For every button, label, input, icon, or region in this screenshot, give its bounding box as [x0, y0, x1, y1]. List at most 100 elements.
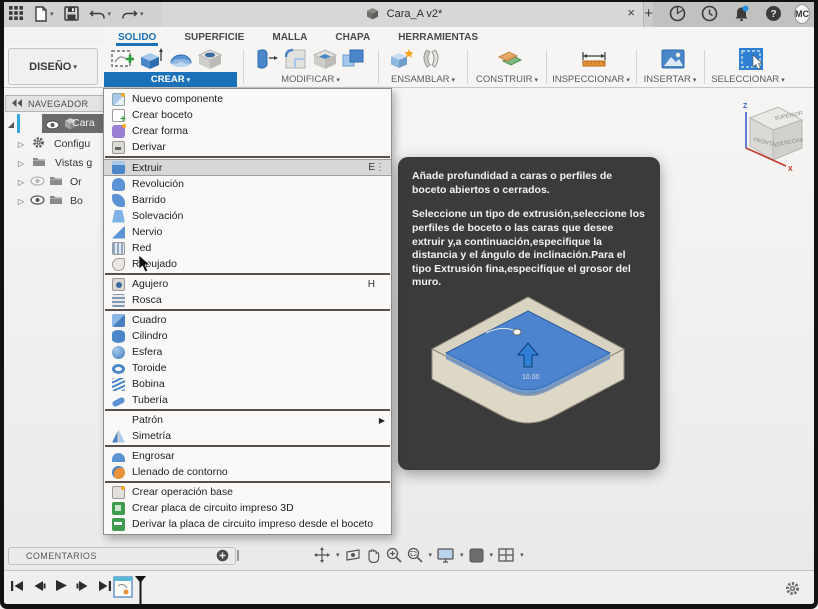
menu-item-cilindro[interactable]: Cilindro — [104, 328, 391, 344]
insert-image-icon[interactable] — [660, 47, 686, 71]
collapsed-triangle-icon[interactable]: ▷ — [16, 197, 26, 206]
step-back-button[interactable] — [33, 580, 46, 592]
tree-item-origin[interactable]: ▷ Or — [16, 173, 82, 191]
navigator-header[interactable]: NAVEGADOR — [5, 95, 104, 112]
design-canvas[interactable]: NAVEGADOR ◢ Cara ▷ Configu ▷ Vistas g ▷ … — [0, 88, 818, 570]
assemble-menu-button[interactable]: ENSAMBLAR — [383, 72, 463, 87]
menu-item-agujero[interactable]: Agujero H — [104, 276, 391, 292]
menu-item-derivar-la-placa-de-circuito-impreso-desde-el-boceto[interactable]: Derivar la placa de circuito impreso des… — [104, 516, 391, 532]
hole-icon[interactable] — [197, 47, 223, 71]
extensions-icon[interactable] — [666, 3, 689, 25]
eye-off-icon[interactable] — [30, 175, 45, 189]
menu-item-revolucion[interactable]: Revolución — [104, 176, 391, 192]
select-icon[interactable] — [737, 46, 765, 72]
undo-button[interactable] — [86, 3, 115, 25]
collapsed-triangle-icon[interactable]: ▷ — [16, 159, 26, 168]
ribbon-tab-superficie[interactable]: SUPERFICIE — [170, 29, 258, 45]
notifications-icon[interactable] — [730, 3, 753, 25]
ribbon-tab-malla[interactable]: MALLA — [258, 29, 321, 45]
viewports-icon[interactable] — [498, 548, 514, 562]
timeline-settings-gear-icon[interactable] — [785, 581, 800, 601]
construct-menu-button[interactable]: CONSTRUIR — [472, 72, 542, 87]
user-avatar[interactable]: MC — [794, 3, 810, 24]
menu-item-patron[interactable]: Patrón ▶ — [104, 412, 391, 428]
menu-item-nuevo-componente[interactable]: Nuevo componente — [104, 91, 391, 107]
menu-item-crear-boceto[interactable]: Crear boceto — [104, 107, 391, 125]
ribbon-tab-chapa[interactable]: CHAPA — [321, 29, 384, 45]
inspect-menu-button[interactable]: INSPECCIONAR — [551, 72, 631, 87]
create-sketch-icon[interactable] — [110, 47, 136, 71]
caret-icon[interactable]: ▾ — [336, 551, 340, 559]
press-pull-icon[interactable] — [254, 47, 280, 71]
menu-item-crear-placa-de-circuito-impreso-3d[interactable]: Crear placa de circuito impreso 3D — [104, 500, 391, 516]
joint-icon[interactable] — [418, 47, 444, 71]
play-button[interactable] — [55, 579, 67, 592]
zoom-icon[interactable] — [386, 547, 402, 563]
design-dropdown[interactable]: DISEÑO — [8, 48, 98, 85]
scroll-nub[interactable] — [237, 550, 239, 561]
view-cube[interactable]: SUPERIOR FRONTAL DERECHA Z X — [728, 96, 810, 174]
comments-bar[interactable]: COMENTARIOS — [8, 547, 236, 565]
caret-icon[interactable]: ▾ — [460, 551, 464, 559]
eye-icon[interactable] — [45, 117, 60, 135]
look-at-icon[interactable] — [345, 548, 361, 562]
save-button[interactable] — [61, 3, 82, 25]
tree-item-root-selected[interactable]: Cara — [42, 114, 104, 133]
tree-item-named-views[interactable]: ▷ Vistas g — [16, 154, 92, 172]
menu-item-extruir[interactable]: Extruir E ⋮ — [104, 159, 391, 176]
close-tab-button[interactable]: × — [627, 4, 635, 22]
eye-icon[interactable] — [30, 194, 45, 208]
menu-item-esfera[interactable]: Esfera — [104, 344, 391, 360]
menu-item-engrosar[interactable]: Engrosar — [104, 448, 391, 464]
measure-icon[interactable] — [579, 48, 609, 70]
caret-icon[interactable]: ▾ — [520, 551, 524, 559]
insert-menu-button[interactable]: INSERTAR — [641, 72, 699, 87]
go-to-end-button[interactable] — [98, 580, 112, 592]
redo-button[interactable] — [118, 3, 147, 25]
go-to-start-button[interactable] — [10, 580, 24, 592]
tree-item-settings[interactable]: ▷ Configu — [16, 135, 90, 153]
add-comment-icon[interactable] — [216, 549, 229, 564]
display-settings-icon[interactable] — [437, 547, 454, 563]
timeline-sketch-feature[interactable] — [113, 574, 147, 609]
menu-item-crear-operacion-base[interactable]: Crear operación base — [104, 484, 391, 500]
menu-item-solevacion[interactable]: Solevación — [104, 208, 391, 224]
ribbon-tab-solido[interactable]: SOLIDO — [104, 29, 170, 46]
collapse-panel-icon[interactable] — [12, 98, 22, 109]
caret-icon[interactable]: ▾ — [490, 551, 494, 559]
tree-item-root[interactable]: ◢ — [6, 115, 16, 133]
new-component-icon[interactable] — [389, 47, 415, 71]
app-grid-icon[interactable] — [6, 3, 27, 25]
new-tab-button[interactable]: + — [644, 0, 653, 27]
collapsed-triangle-icon[interactable]: ▷ — [16, 140, 26, 149]
revolve-icon[interactable] — [168, 47, 194, 71]
menu-item-crear-forma[interactable]: Crear forma — [104, 123, 391, 139]
menu-item-simetria[interactable]: Simetría — [104, 428, 391, 444]
grid-snaps-icon[interactable] — [469, 548, 484, 563]
more-options-icon[interactable]: ⋮ — [375, 162, 385, 173]
fit-icon[interactable] — [407, 547, 423, 563]
menu-item-cuadro[interactable]: Cuadro — [104, 312, 391, 328]
select-menu-button[interactable]: SELECCIONAR — [710, 72, 786, 87]
menu-item-llenado-de-contorno[interactable]: Llenado de contorno — [104, 464, 391, 480]
shell-icon[interactable] — [312, 47, 338, 71]
tree-item-sketches[interactable]: ▷ Bo — [16, 192, 83, 210]
ribbon-tab-herramientas[interactable]: HERRAMIENTAS — [384, 29, 492, 45]
menu-item-bobina[interactable]: Bobina — [104, 376, 391, 392]
help-icon[interactable]: ? — [762, 3, 785, 25]
menu-item-tuberia[interactable]: Tubería — [104, 392, 391, 408]
pan-icon[interactable] — [366, 547, 381, 563]
modify-menu-button[interactable]: MODIFICAR — [248, 72, 373, 87]
step-forward-button[interactable] — [76, 580, 89, 592]
menu-item-nervio[interactable]: Nervio — [104, 224, 391, 240]
caret-icon[interactable]: ▾ — [429, 551, 433, 559]
menu-item-derivar[interactable]: Derivar — [104, 139, 391, 155]
document-tab[interactable]: Cara_A v2* × — [162, 0, 644, 27]
menu-item-rosca[interactable]: Rosca — [104, 292, 391, 308]
extrude-icon[interactable] — [139, 47, 165, 71]
construction-plane-icon[interactable] — [497, 47, 523, 71]
job-status-icon[interactable] — [698, 3, 721, 25]
expand-triangle-icon[interactable]: ◢ — [6, 120, 16, 129]
orbit-icon[interactable] — [314, 547, 330, 563]
file-menu-button[interactable] — [31, 3, 57, 25]
